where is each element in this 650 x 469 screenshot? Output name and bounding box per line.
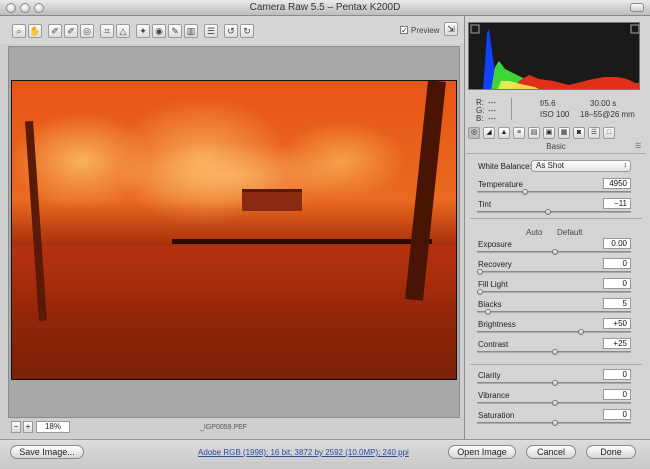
fullscreen-icon[interactable]: ⇲ [444,22,458,36]
contrast-slider-thumb[interactable] [552,349,558,355]
open-image-button[interactable]: Open Image [448,445,516,459]
spot-removal-tool-icon[interactable]: ✦ [136,24,150,38]
hand-tool-icon[interactable]: ✋ [28,24,42,38]
blacks-slider-thumb[interactable] [484,309,491,315]
fill-light-slider-thumb[interactable] [477,289,483,295]
tab-hsl[interactable]: ≡ [513,127,525,139]
iso-readout: ISO 100 [540,110,570,119]
straighten-tool-icon[interactable]: △ [116,24,130,38]
fill-light-label: Fill Light [478,280,508,289]
adjustment-brush-icon[interactable]: ✎ [168,24,182,38]
white-balance-select[interactable]: As Shot ↕ [531,160,631,172]
shutter-readout: 30.00 s [590,99,617,108]
recovery-label: Recovery [478,260,512,269]
title-bar: Camera Raw 5.5 – Pentax K200D [0,0,650,16]
saturation-value-field[interactable]: 0 [603,409,631,420]
clarity-slider-thumb[interactable] [552,380,558,386]
target-adjustment-tool-icon[interactable]: ◎ [80,24,94,38]
brightness-label: Brightness [478,320,516,329]
tab-presets[interactable]: ☰ [588,127,600,139]
tab-effects[interactable]: ▦ [558,127,570,139]
zoom-in-button[interactable]: + [23,421,33,433]
saturation-label: Saturation [478,411,515,420]
tab-split-toning[interactable]: ▤ [528,127,540,139]
tint-slider-track[interactable] [477,211,631,213]
exposure-value-field[interactable]: 0.00 [603,238,631,249]
recovery-slider-thumb[interactable] [477,269,483,275]
tab-basic[interactable]: ◎ [468,127,480,139]
red-eye-tool-icon[interactable]: ◉ [152,24,166,38]
auto-link[interactable]: Auto [526,228,542,237]
recovery-slider-track[interactable] [477,271,631,273]
blacks-value-field[interactable]: 5 [603,298,631,309]
blacks-slider-track[interactable] [477,311,631,313]
blacks-label: Blacks [478,300,502,309]
save-image-button[interactable]: Save Image... [10,445,84,459]
filename-label: _IGP0059.PEF [200,424,248,431]
panel-tabs: ◎ ◢ ▲ ≡ ▤ ▣ ▦ ◙ ☰ □ [466,127,646,140]
preferences-icon[interactable]: ☰ [204,24,218,38]
temperature-slider-thumb[interactable] [522,189,528,195]
window-title: Camera Raw 5.5 – Pentax K200D [249,2,401,13]
toolbar-toggle-button[interactable] [630,3,644,12]
vibrance-label: Vibrance [478,391,510,400]
histogram-graph [470,24,639,89]
chevron-updown-icon: ↕ [623,162,628,169]
section-title: Basic [466,142,646,154]
photo-preview[interactable] [11,80,457,380]
tint-slider-thumb[interactable] [544,209,551,215]
clarity-value-field[interactable]: 0 [603,369,631,380]
brightness-slider-track[interactable] [477,331,631,333]
brightness-slider-thumb[interactable] [577,329,584,335]
brightness-value-field[interactable]: +50 [603,318,631,329]
default-link[interactable]: Default [557,228,582,237]
graduated-filter-icon[interactable]: ▥ [184,24,198,38]
done-button[interactable]: Done [586,445,636,459]
b-label: B: [476,114,484,123]
divider [470,364,642,365]
workflow-options-link[interactable]: Adobe RGB (1998); 16 bit; 3872 by 2592 (… [198,448,409,457]
white-balance-tool-icon[interactable]: ✐ [48,24,62,38]
tint-label: Tint [478,200,492,209]
temperature-value-field[interactable]: 4950 [603,178,631,189]
histogram [468,22,640,90]
aperture-readout: f/5.6 [540,99,556,108]
fill-light-value-field[interactable]: 0 [603,278,631,289]
vibrance-slider-thumb[interactable] [552,400,558,406]
exposure-slider-thumb[interactable] [552,249,558,255]
tab-camera-calibration[interactable]: ◙ [573,127,585,139]
rotate-cw-icon[interactable]: ↻ [240,24,254,38]
b-value: --- [488,114,496,123]
tab-detail[interactable]: ▲ [498,127,510,139]
color-sampler-tool-icon[interactable]: ✐ [64,24,78,38]
preview-label: Preview [411,26,440,35]
zoom-tool-icon[interactable]: ⌕ [12,24,26,38]
tint-value-field[interactable]: −11 [603,198,631,209]
preview-checkbox[interactable]: ✓ [400,26,408,35]
cancel-button[interactable]: Cancel [526,445,576,459]
vibrance-value-field[interactable]: 0 [603,389,631,400]
fill-light-slider-track[interactable] [477,291,631,293]
clarity-label: Clarity [478,371,501,380]
tab-snapshots[interactable]: □ [603,127,615,139]
temperature-slider-track[interactable] [477,191,631,193]
temperature-label: Temperature [478,180,523,189]
exposure-label: Exposure [478,240,512,249]
crop-tool-icon[interactable]: ⌗ [100,24,114,38]
zoom-out-button[interactable]: − [11,421,21,433]
tab-tone-curve[interactable]: ◢ [483,127,495,139]
divider [470,218,642,219]
readout-divider [511,98,512,120]
contrast-value-field[interactable]: +25 [603,338,631,349]
lens-readout: 18–55@26 mm [580,110,635,119]
contrast-label: Contrast [478,340,509,349]
tab-lens-corrections[interactable]: ▣ [543,127,555,139]
white-balance-value: As Shot [536,161,565,170]
recovery-value-field[interactable]: 0 [603,258,631,269]
white-balance-label: White Balance: [478,162,532,171]
rotate-ccw-icon[interactable]: ↺ [224,24,238,38]
saturation-slider-thumb[interactable] [552,420,558,426]
panel-menu-icon[interactable]: ☰ [635,142,641,150]
zoom-level-field[interactable]: 18% [36,421,70,433]
